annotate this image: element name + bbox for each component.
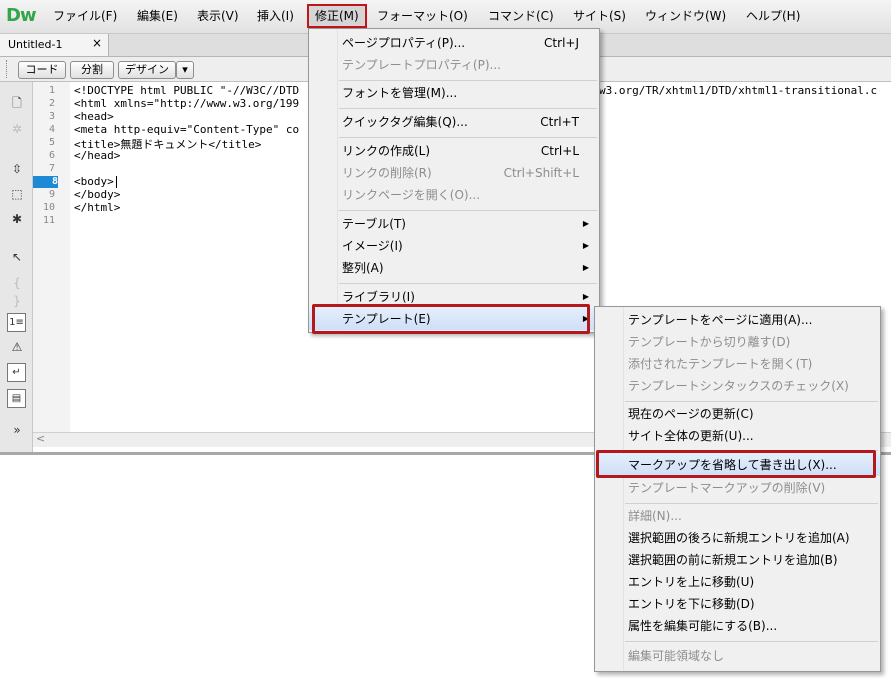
menu-view[interactable]: 表示(V)	[191, 6, 245, 26]
line-numbers-icon[interactable]: 1≡	[7, 313, 26, 332]
dreamweaver-logo: Dw	[6, 5, 37, 26]
collapse-full-tag-icon[interactable]: ⇳	[8, 160, 26, 178]
line-number: 7	[48, 163, 55, 174]
menu-item-make-attribute-editable[interactable]: 属性を編集可能にする(B)...	[595, 615, 880, 637]
menu-item-no-editable-regions[interactable]: 編集可能領域なし	[595, 645, 880, 667]
code-line: <body>	[74, 175, 114, 188]
expand-all-icon[interactable]: ✱	[8, 210, 26, 228]
menu-separator	[339, 283, 597, 284]
menu-separator	[625, 641, 878, 642]
view-options-dropdown[interactable]: ▾	[176, 61, 194, 79]
menu-item-move-entry-down[interactable]: エントリを下に移動(D)	[595, 593, 880, 615]
menu-separator	[339, 210, 597, 211]
menu-item-description[interactable]: 詳細(N)...	[595, 505, 880, 527]
line-number: 6	[48, 150, 55, 161]
code-line: <html xmlns="http://www.w3.org/199	[74, 97, 300, 110]
line-number: 5	[48, 137, 55, 148]
scroll-left-arrow-icon[interactable]: <	[36, 432, 45, 445]
menu-separator	[625, 401, 878, 402]
menu-edit[interactable]: 編集(E)	[131, 6, 184, 26]
line-number: 4	[48, 124, 55, 135]
submenu-arrow-icon: ▶	[582, 263, 589, 272]
menu-item-make-link[interactable]: リンクの作成(L) Ctrl+L	[309, 140, 599, 162]
show-code-navigator-icon[interactable]: ✲	[8, 120, 26, 138]
menu-item-template-properties[interactable]: テンプレートプロパティ(P)...	[309, 54, 599, 76]
submenu-arrow-icon: ▶	[582, 241, 589, 250]
menu-item-open-attached-template[interactable]: 添付されたテンプレートを開く(T)	[595, 353, 880, 375]
menu-item-move-entry-up[interactable]: エントリを上に移動(U)	[595, 571, 880, 593]
highlight-frame	[312, 304, 590, 334]
collapse-selection-icon[interactable]: ⬚	[8, 185, 26, 203]
line-number: 11	[42, 215, 55, 226]
menu-item-quick-tag-editor[interactable]: クイックタグ編集(Q)... Ctrl+T	[309, 111, 599, 133]
menu-help[interactable]: ヘルプ(H)	[740, 6, 806, 26]
code-line: <head>	[74, 110, 114, 123]
highlight-frame	[596, 450, 876, 478]
menu-item-manage-fonts[interactable]: フォントを管理(M)...	[309, 82, 599, 104]
menu-separator	[625, 503, 878, 504]
menu-item-table[interactable]: テーブル(T) ▶	[309, 213, 599, 235]
word-wrap-icon[interactable]: ↵	[7, 363, 26, 382]
menu-separator	[339, 108, 597, 109]
menu-item-page-properties[interactable]: ページプロパティ(P)... Ctrl+J	[309, 32, 599, 54]
templates-submenu: テンプレートをページに適用(A)... テンプレートから切り離す(D) 添付され…	[594, 306, 881, 672]
select-parent-tag-icon[interactable]: ↖	[8, 248, 26, 266]
modify-menu-dropdown: ページプロパティ(P)... Ctrl+J テンプレートプロパティ(P)... フ…	[308, 28, 600, 333]
code-line: </html>	[74, 201, 121, 214]
line-number: 9	[48, 189, 55, 200]
menu-item-image[interactable]: イメージ(I) ▶	[309, 235, 599, 257]
menu-separator	[339, 80, 597, 81]
syntax-coloring-icon[interactable]: ▤	[7, 389, 26, 408]
menu-modify[interactable]: 修正(M)	[307, 4, 367, 28]
menu-item-detach-template[interactable]: テンプレートから切り離す(D)	[595, 331, 880, 353]
menu-item-remove-template-markup[interactable]: テンプレートマークアップの削除(V)	[595, 477, 880, 499]
menu-commands[interactable]: コマンド(C)	[482, 6, 560, 26]
menu-separator	[339, 137, 597, 138]
split-view-button[interactable]: 分割	[70, 61, 114, 79]
menu-item-check-template-syntax[interactable]: テンプレートシンタックスのチェック(X)	[595, 375, 880, 397]
menu-file[interactable]: ファイル(F)	[47, 6, 123, 26]
menu-insert[interactable]: 挿入(I)	[251, 6, 300, 26]
toolbar-grip-icon	[6, 60, 11, 78]
menu-site[interactable]: サイト(S)	[567, 6, 632, 26]
close-icon[interactable]: ×	[92, 36, 102, 50]
highlight-invalid-code-icon[interactable]: ⚠	[8, 338, 26, 356]
line-number: 10	[42, 202, 55, 213]
menu-format[interactable]: フォーマット(O)	[371, 6, 474, 26]
line-number: 3	[48, 111, 55, 122]
more-tools-chevron-icon[interactable]: »	[8, 421, 26, 439]
menu-item-new-entry-after[interactable]: 選択範囲の後ろに新規エントリを追加(A)	[595, 527, 880, 549]
line-number: 2	[48, 98, 55, 109]
menu-window[interactable]: ウィンドウ(W)	[639, 6, 732, 26]
code-line: <meta http-equiv="Content-Type" co	[74, 123, 300, 136]
menu-item-new-entry-before[interactable]: 選択範囲の前に新規エントリを追加(B)	[595, 549, 880, 571]
menu-item-align[interactable]: 整列(A) ▶	[309, 257, 599, 279]
menu-item-apply-template[interactable]: テンプレートをページに適用(A)...	[595, 309, 880, 331]
menu-item-open-linked-page[interactable]: リンクページを開く(O)...	[309, 184, 599, 206]
menu-item-update-pages[interactable]: サイト全体の更新(U)...	[595, 425, 880, 447]
design-view-button[interactable]: デザイン	[118, 61, 176, 79]
code-view-button[interactable]: コード	[18, 61, 66, 79]
line-number: 1	[48, 85, 55, 96]
text-cursor	[116, 176, 117, 188]
balance-braces-icon[interactable]: { }	[8, 274, 26, 308]
code-line: <!DOCTYPE html PUBLIC "-//W3C//DTD	[74, 84, 300, 97]
submenu-arrow-icon: ▶	[582, 219, 589, 228]
code-line: </body>	[74, 188, 121, 201]
menu-item-remove-link[interactable]: リンクの削除(R) Ctrl+Shift+L	[309, 162, 599, 184]
menu-item-update-current-page[interactable]: 現在のページの更新(C)	[595, 403, 880, 425]
current-line-number: 8	[33, 176, 58, 188]
code-line: </head>	[74, 149, 121, 162]
code-line-overflow: w3.org/TR/xhtml1/DTD/xhtml1-transitional…	[599, 84, 878, 97]
open-documents-icon[interactable]: 🗋	[8, 94, 26, 112]
document-tab-label: Untitled-1	[8, 38, 63, 51]
